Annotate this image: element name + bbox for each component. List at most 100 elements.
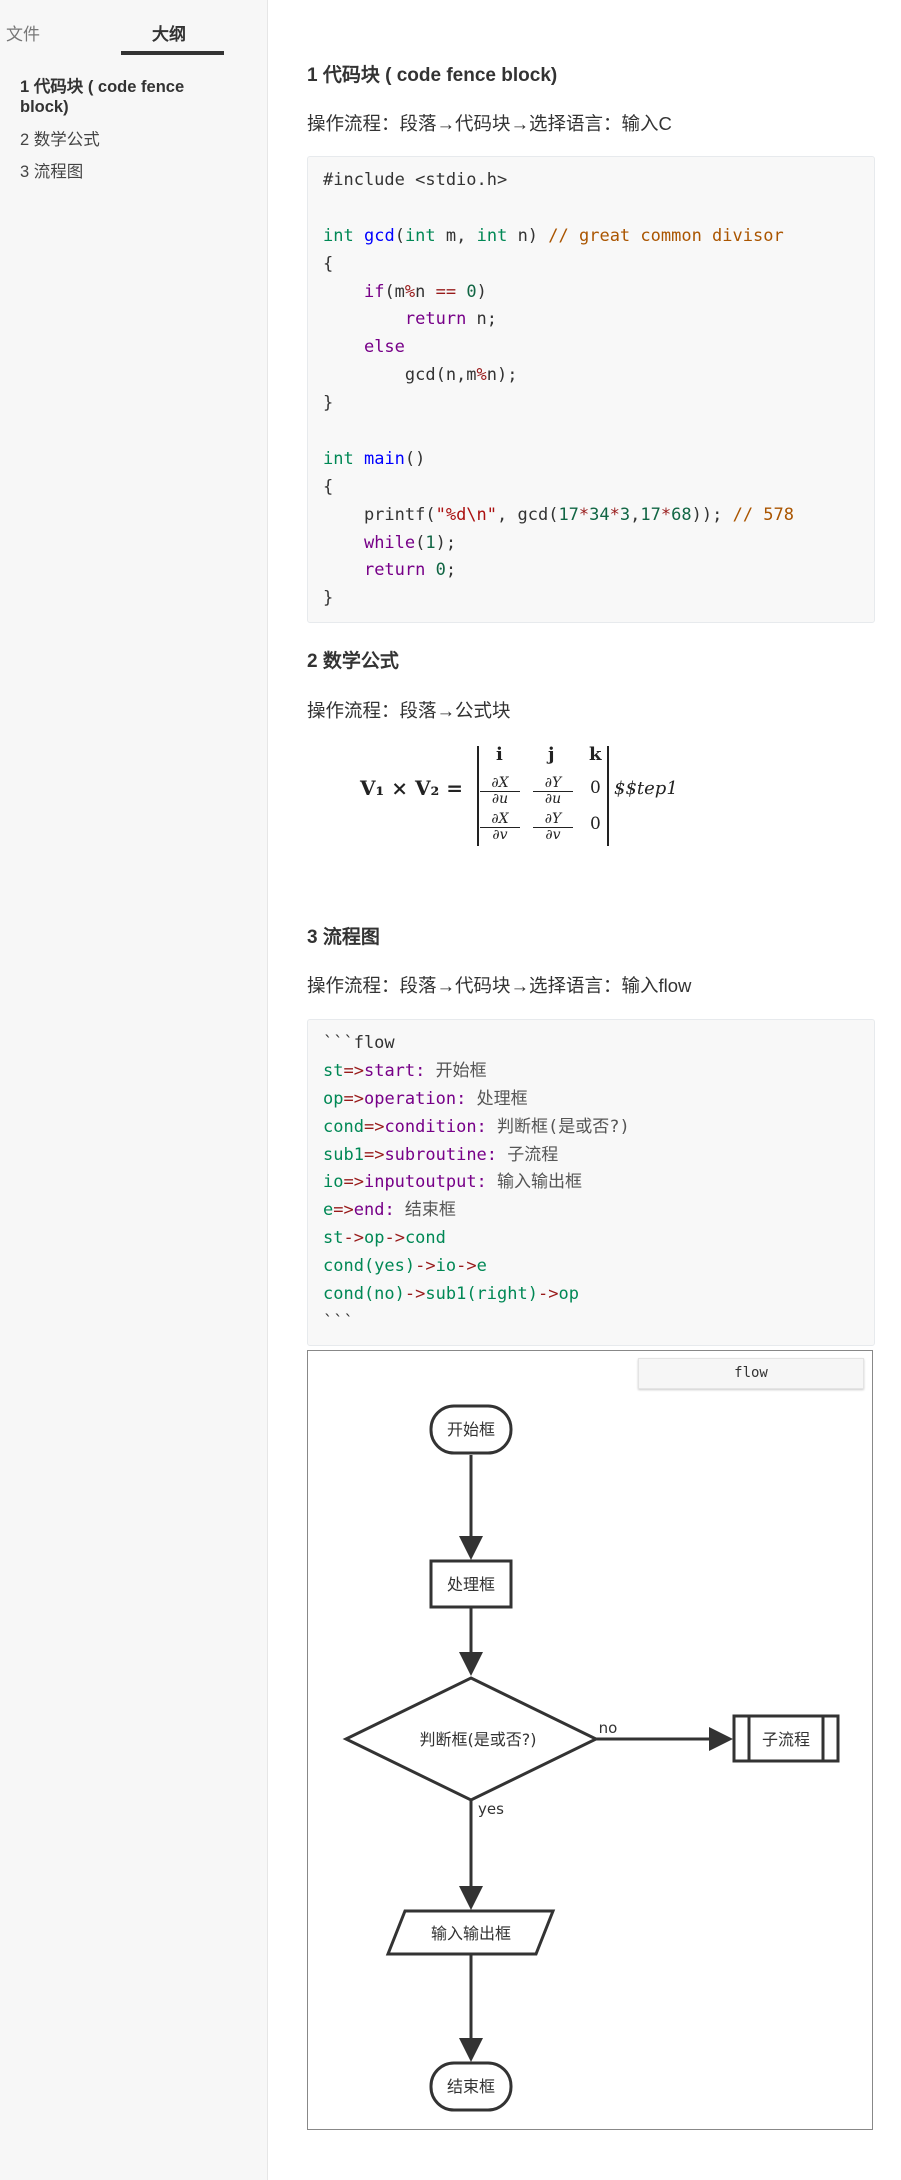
code-line: return 0; [323, 557, 874, 585]
node-inputoutput-label: 输入输出框 [431, 1924, 511, 1943]
code-token: { [323, 476, 334, 497]
code-token: return [404, 309, 467, 330]
code-line: e=>end: 结束框 [323, 1197, 874, 1225]
code-token: inputoutput: [363, 1172, 487, 1193]
tab-files[interactable]: 文件 [6, 20, 40, 45]
formula-lhs: V₁ × V₂ = [360, 776, 463, 800]
flowchart-svg: 开始框 处理框 判断框(是或否?) 子流程 输入输出框 结束框 no yes [342, 1404, 840, 2112]
code-token: op [558, 1284, 579, 1305]
code-line: st->op->cond [323, 1225, 874, 1253]
code-token: condition: [384, 1116, 487, 1137]
code-block-c[interactable]: #include <stdio.h> int gcd(int m, int n) … [307, 156, 875, 623]
tab-outline[interactable]: 大纲 [152, 20, 186, 45]
code-block-flow[interactable]: ```flow st=>start: 开始框 op=>operation: 处理框 c… [307, 1019, 875, 1346]
code-token: ) [476, 281, 487, 302]
code-token: // great common divisor [548, 225, 784, 246]
code-line: } [323, 390, 874, 418]
code-token: -> [456, 1256, 477, 1277]
code-token: 68 [671, 504, 692, 525]
code-token: 1 [425, 532, 436, 553]
code-token: op [363, 1228, 385, 1249]
code-line: printf("%d\n", gcd(17*34*3,17*68)); // 5… [323, 502, 874, 530]
code-line: #include <stdio.h> [323, 167, 874, 195]
code-token: sub1(right) [425, 1284, 538, 1305]
code-token: gcd(n,m [323, 365, 477, 386]
node-start-label: 开始框 [447, 1420, 495, 1439]
flowchart-preview: flow 开始框 处理框 判断框(是或否?) 子流程 输入输出框 结束框 no [307, 1350, 873, 2130]
code-token: => [343, 1060, 364, 1081]
code-token: n) [507, 225, 549, 246]
code-line: gcd(n,m%n); [323, 362, 874, 390]
outline-item-math[interactable]: 2 数学公式 [20, 130, 220, 150]
code-token: -> [537, 1284, 559, 1305]
code-token: n; [466, 309, 498, 330]
code-token: while [363, 532, 416, 553]
heading-code-block: 1 代码块 ( code fence block) [307, 65, 558, 86]
code-line: int main() [323, 446, 874, 474]
code-token: -> [415, 1256, 436, 1277]
code-token: "%d\n" [435, 504, 498, 525]
code-token: sub1 [323, 1144, 364, 1165]
code-line: cond=>condition: 判断框(是或否?) [323, 1114, 874, 1142]
code-token: 结束框 [394, 1200, 456, 1221]
active-tab-indicator [121, 51, 224, 55]
code-token: * [578, 504, 590, 525]
code-token: -> [343, 1228, 364, 1249]
code-token: => [363, 1116, 385, 1137]
code-token: cond(yes) [323, 1256, 416, 1277]
code-token: end: [353, 1200, 395, 1221]
code-line: sub1=>subroutine: 子流程 [323, 1142, 874, 1170]
code-token: cond [404, 1228, 446, 1249]
code-token: % [404, 281, 416, 302]
code-token: st [323, 1060, 344, 1081]
code-token: else [363, 337, 405, 358]
outline-item-flowchart[interactable]: 3 流程图 [20, 162, 220, 182]
code-token: % [476, 365, 487, 386]
code-token: int [323, 448, 354, 469]
code-line: io=>inputoutput: 输入输出框 [323, 1169, 874, 1197]
code-token: ``` [323, 1311, 354, 1332]
matrix-i: i [496, 744, 503, 765]
code-token: io [435, 1256, 457, 1277]
matrix-k: k [589, 744, 602, 765]
code-token: { [323, 253, 334, 274]
code-token: n [415, 281, 436, 302]
fraction-numerator: ∂Y [533, 812, 573, 828]
code-token: subroutine: [384, 1144, 498, 1165]
node-condition-label: 判断框(是或否?) [420, 1730, 537, 1749]
code-line: ```flow [323, 1030, 874, 1058]
outline-item-code-block[interactable]: 1 代码块 ( code fence block) [20, 77, 210, 117]
code-line: } [323, 585, 874, 613]
code-token: 34 [589, 504, 610, 525]
code-token: * [609, 504, 620, 525]
determinant-right-bar [607, 746, 609, 846]
code-line: return n; [323, 306, 874, 334]
fraction-denominator: ∂u [491, 791, 509, 807]
fraction-denominator: ∂u [544, 791, 562, 807]
code-token: ( [415, 532, 426, 553]
node-operation-label: 处理框 [447, 1575, 495, 1594]
code-token: } [323, 588, 334, 609]
fraction: ∂X ∂v [480, 812, 520, 843]
code-token: ( [394, 225, 405, 246]
matrix-zero: 0 [590, 814, 601, 834]
node-end-label: 结束框 [447, 2077, 495, 2096]
heading-flowchart: 3 流程图 [307, 927, 380, 948]
matrix-zero: 0 [590, 778, 601, 798]
paragraph-math-steps: 操作流程：段落→公式块 [307, 700, 511, 721]
code-token: cond(no) [323, 1284, 405, 1305]
code-token: 判断框(是或否?) [486, 1116, 630, 1137]
code-token: 开始框 [425, 1060, 487, 1081]
code-token: * [660, 504, 672, 525]
edge-label-yes: yes [478, 1800, 504, 1818]
code-token: -> [404, 1284, 426, 1305]
fraction-denominator: ∂v [545, 827, 561, 843]
code-token: st [323, 1228, 344, 1249]
code-token: , [630, 504, 641, 525]
